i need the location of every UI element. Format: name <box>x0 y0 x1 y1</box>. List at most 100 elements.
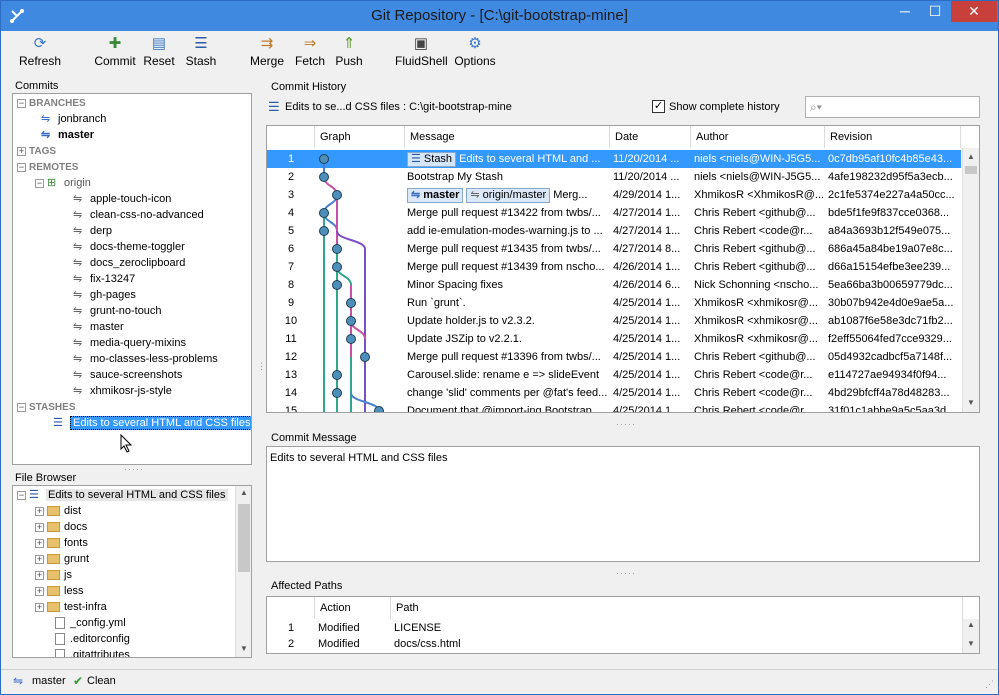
expand-icon[interactable]: + <box>35 554 44 564</box>
scroll-up-icon[interactable]: ▲ <box>240 488 248 497</box>
scroll-thumb[interactable] <box>965 166 977 174</box>
merge-button[interactable]: ⇉ Merge <box>249 34 285 68</box>
splitter-grip[interactable]: ····· <box>616 419 636 429</box>
message-cell: Update holder.js to v2.3.2. <box>407 312 608 330</box>
scroll-down-icon[interactable]: ▼ <box>967 639 975 648</box>
collapse-icon[interactable]: − <box>17 162 26 172</box>
stash-item[interactable]: ☰ Edits to several HTML and CSS files <box>53 415 251 431</box>
collapse-icon[interactable]: − <box>17 98 26 108</box>
message-column-header[interactable]: Message <box>405 126 610 148</box>
folder-item[interactable]: + dist <box>35 503 81 519</box>
remote-branch-item[interactable]: ⇋ gh-pages <box>73 287 136 303</box>
collapse-icon[interactable]: − <box>35 178 44 188</box>
branch-item-current[interactable]: ⇋ master <box>41 127 94 143</box>
file-item[interactable]: .editorconfig <box>55 631 130 647</box>
scroll-down-icon[interactable]: ▼ <box>240 644 248 653</box>
remote-branch-item[interactable]: ⇋ docs-theme-toggler <box>73 239 185 255</box>
expand-icon[interactable]: + <box>35 506 44 516</box>
refresh-button[interactable]: ⟳ Refresh <box>15 34 65 68</box>
author-cell: niels <niels@WIN-J5G5... <box>694 153 821 165</box>
remote-branch-item[interactable]: ⇋ derp <box>73 223 112 239</box>
action-cell: Modified <box>318 622 360 634</box>
expand-icon[interactable]: + <box>35 570 44 580</box>
author-column-header[interactable]: Author <box>691 126 825 148</box>
remote-branch-icon: ⇋ <box>73 305 83 318</box>
revision-column-header[interactable]: Revision <box>825 126 961 148</box>
vertical-splitter[interactable]: ⋮ <box>257 361 266 372</box>
remote-branch-item[interactable]: ⇋ clean-css-no-advanced <box>73 207 204 223</box>
scroll-thumb[interactable] <box>238 504 250 572</box>
push-button[interactable]: ⇑ Push <box>333 34 365 68</box>
commit-message-text[interactable]: Edits to several HTML and CSS files <box>266 446 980 562</box>
tags-section[interactable]: + TAGS <box>17 143 56 159</box>
remote-branch-item[interactable]: ⇋ grunt-no-touch <box>73 303 162 319</box>
status-branch[interactable]: master <box>32 675 66 687</box>
graph-column-header[interactable]: Graph <box>315 126 405 148</box>
scroll-up-icon[interactable]: ▲ <box>967 152 975 161</box>
close-button[interactable]: ✕ <box>951 1 997 22</box>
tag-label: master <box>423 189 460 201</box>
branch-item[interactable]: ⇋ jonbranch <box>41 111 106 127</box>
expand-icon[interactable]: + <box>35 602 44 612</box>
remote-branch-item[interactable]: ⇋ media-query-mixins <box>73 335 186 351</box>
remote-branch-item[interactable]: ⇋ docs_zeroclipboard <box>73 255 185 271</box>
file-item[interactable]: .gitattributes <box>55 647 130 657</box>
remote-branch-item[interactable]: ⇋ sauce-screenshots <box>73 367 182 383</box>
fluidshell-button[interactable]: ▣ FluidShell <box>395 34 448 68</box>
reset-button[interactable]: ▤ Reset <box>141 34 177 68</box>
stashes-section[interactable]: − STASHES <box>17 399 76 415</box>
folder-item[interactable]: + test-infra <box>35 599 107 615</box>
author-cell: Chris Rebert <code@r... <box>694 387 813 399</box>
stash-button[interactable]: ☰ Stash <box>183 34 219 68</box>
folder-item[interactable]: + fonts <box>35 535 88 551</box>
folder-item[interactable]: + js <box>35 567 72 583</box>
remotes-section[interactable]: − REMOTES <box>17 159 78 175</box>
maximize-button[interactable]: ☐ <box>921 1 949 22</box>
file-root[interactable]: − ☰ Edits to several HTML and CSS files <box>17 487 228 503</box>
file-browser-scrollbar[interactable]: ▲ ▼ <box>235 486 251 657</box>
remote-branch-item[interactable]: ⇋ mo-classes-less-problems <box>73 351 218 367</box>
folder-item[interactable]: + grunt <box>35 551 89 567</box>
search-input[interactable]: ⌕▾ <box>805 96 980 118</box>
minimize-button[interactable]: ─ <box>891 1 919 22</box>
remote-branch-item[interactable]: ⇋ fix-13247 <box>73 271 135 287</box>
commit-node <box>332 190 342 200</box>
collapse-icon[interactable]: − <box>17 490 26 500</box>
message-cell: Merge pull request #13439 from nscho... <box>407 258 608 276</box>
date-column-header[interactable]: Date <box>610 126 691 148</box>
path-row[interactable]: 2 Modified docs/css.html <box>267 636 961 652</box>
expand-icon[interactable]: + <box>17 146 26 156</box>
expand-icon[interactable]: + <box>35 522 44 532</box>
scroll-up-icon[interactable]: ▲ <box>967 620 975 629</box>
branch-label: master <box>58 129 95 141</box>
branches-section[interactable]: − BRANCHES <box>17 95 86 111</box>
show-complete-checkbox[interactable]: ✓ <box>652 100 665 113</box>
paths-scrollbar[interactable]: ▲ ▼ <box>962 619 979 653</box>
remote-branch-item[interactable]: ⇋ xhmikosr-js-style <box>73 383 172 399</box>
collapse-icon[interactable]: − <box>17 402 26 412</box>
remote-branch-item[interactable]: ⇋ apple-touch-icon <box>73 191 171 207</box>
tags-header: TAGS <box>29 146 57 157</box>
expand-icon[interactable]: + <box>35 538 44 548</box>
action-column-header[interactable]: Action <box>315 597 391 619</box>
splitter-grip[interactable]: ····· <box>616 568 636 578</box>
resize-grip-icon[interactable]: ⋰ <box>985 679 994 690</box>
path-column-header[interactable]: Path <box>391 597 963 619</box>
message-cell: Merge pull request #13422 from twbs/... <box>407 204 608 222</box>
folder-item[interactable]: + docs <box>35 519 87 535</box>
file-icon <box>55 617 65 630</box>
fetch-button[interactable]: ⇒ Fetch <box>293 34 327 68</box>
commit-button[interactable]: ✚ Commit <box>93 34 137 68</box>
remote-branch-item[interactable]: ⇋ master <box>73 319 124 335</box>
folder-item[interactable]: + less <box>35 583 84 599</box>
scroll-down-icon[interactable]: ▼ <box>967 398 975 407</box>
remote-origin[interactable]: − ⊞ origin <box>35 175 91 191</box>
splitter-grip[interactable]: ····· <box>124 464 144 474</box>
expand-icon[interactable]: + <box>35 586 44 596</box>
row-number: 1 <box>287 622 295 634</box>
remote-branch-label: sauce-screenshots <box>90 369 183 381</box>
history-scrollbar[interactable]: ▲ ▼ <box>962 148 979 412</box>
options-button[interactable]: ⚙ Options <box>454 34 496 68</box>
file-item[interactable]: _config.yml <box>55 615 126 631</box>
path-row[interactable]: 1 Modified LICENSE <box>267 620 961 636</box>
